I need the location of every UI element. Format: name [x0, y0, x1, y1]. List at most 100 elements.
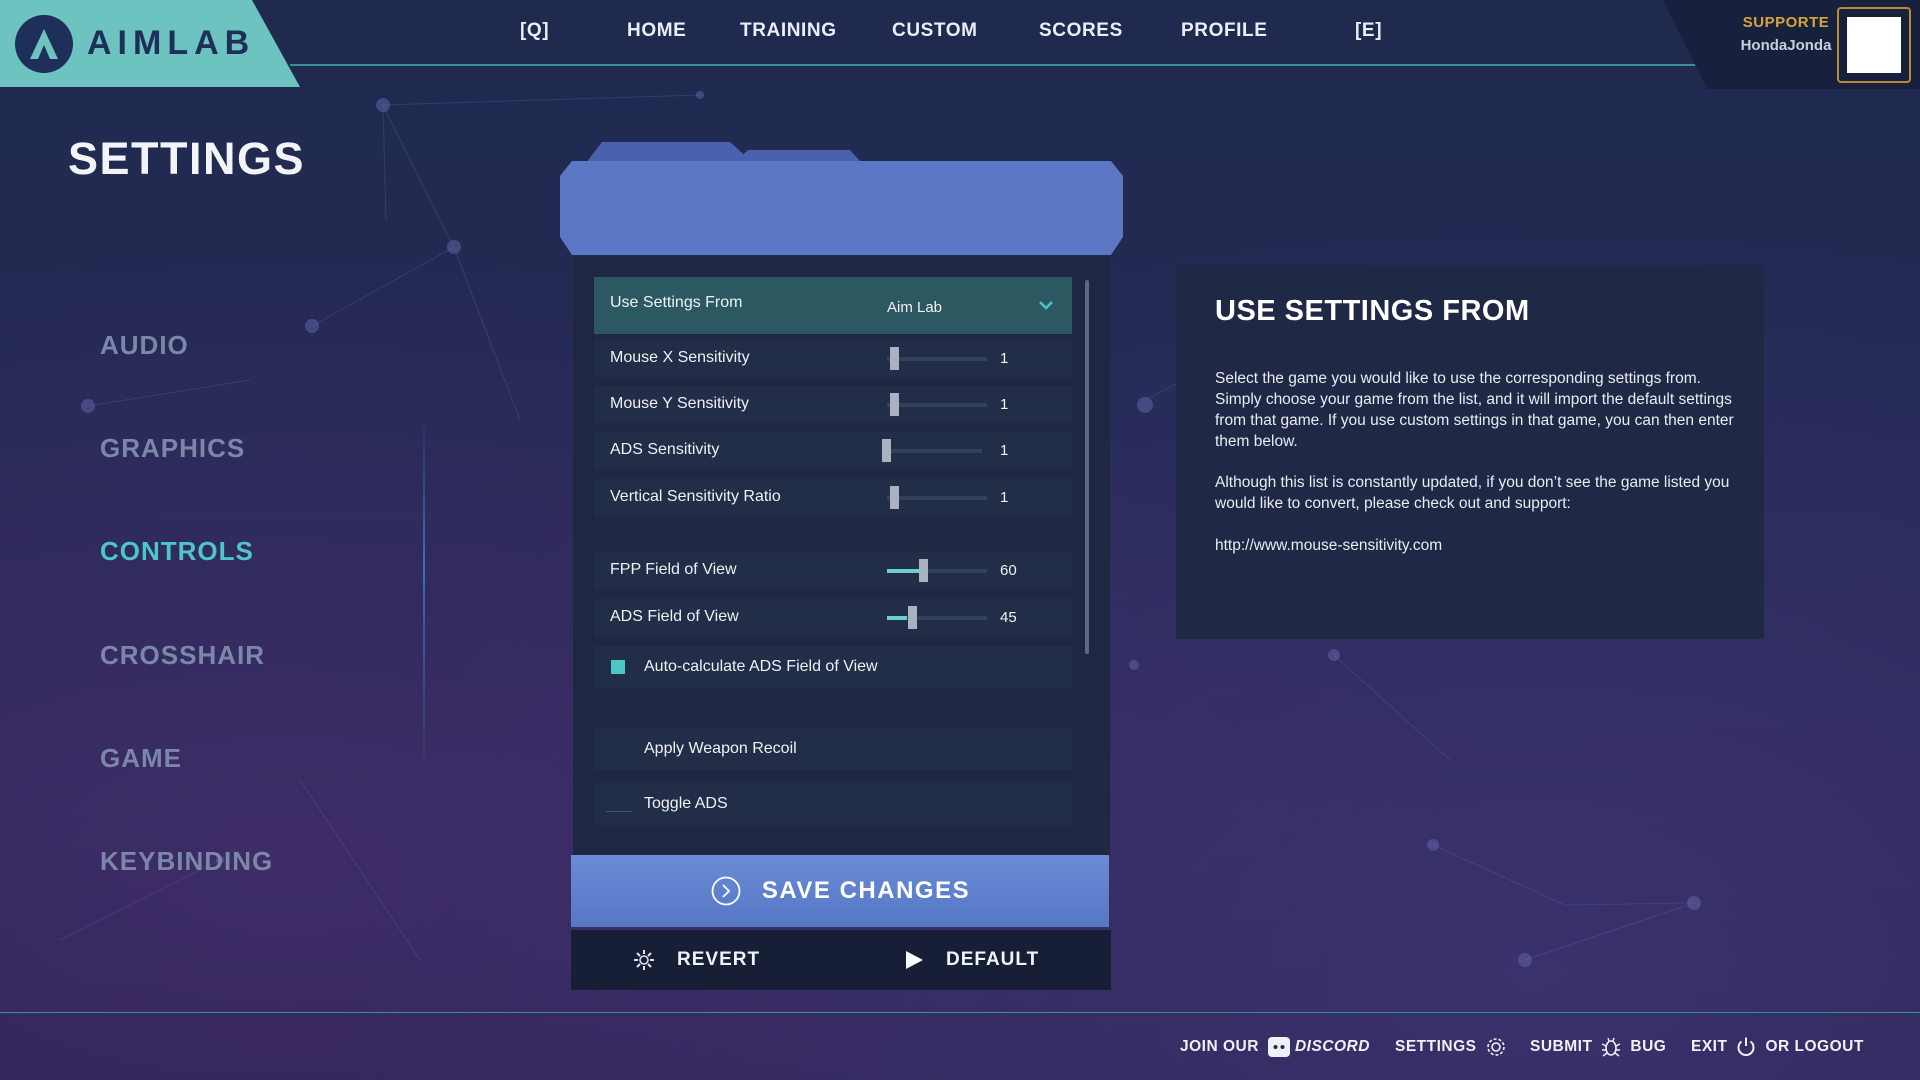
panel-header — [560, 142, 1123, 255]
supporter-badge: SUPPORTE — [1742, 14, 1830, 31]
logo-text: AIMLAB — [87, 24, 256, 62]
ads-sensitivity-row: ADS Sensitivity 1 — [594, 432, 1072, 469]
ads-sensitivity-track[interactable] — [882, 449, 982, 453]
fpp-field-of-view-fill — [887, 569, 921, 573]
footer-divider — [0, 1012, 1920, 1013]
ads-field-of-view-label: ADS Field of View — [610, 608, 739, 625]
nav-scores[interactable]: SCORES — [1039, 20, 1123, 42]
ads-sensitivity-value[interactable]: 1 — [1000, 442, 1008, 459]
mouse-y-sensitivity-row: Mouse Y Sensitivity 1 — [594, 386, 1072, 423]
mouse-y-sensitivity-slider[interactable] — [890, 393, 899, 416]
discord-icon — [1267, 1037, 1290, 1057]
toggle-ads-checkbox[interactable] — [606, 811, 632, 812]
use-settings-from-label: Use Settings From — [610, 294, 743, 311]
nav-profile[interactable]: PROFILE — [1181, 20, 1268, 42]
mouse-x-sensitivity-row: Mouse X Sensitivity 1 — [594, 340, 1072, 377]
category-audio[interactable]: AUDIO — [100, 330, 189, 361]
ads-field-of-view-slider[interactable] — [908, 606, 917, 629]
bug-icon — [1602, 1037, 1621, 1057]
ads-sensitivity-slider[interactable] — [882, 439, 891, 462]
auto-ads-fov-checkbox[interactable] — [611, 660, 625, 674]
logo[interactable]: AIMLAB — [0, 0, 300, 87]
gear-icon — [634, 950, 654, 970]
exit-label: EXIT — [1691, 1038, 1728, 1055]
save-changes-button[interactable]: SAVE CHANGES — [571, 855, 1109, 927]
info-box: USE SETTINGS FROM Select the game you wo… — [1176, 265, 1764, 639]
category-keybinding[interactable]: KEYBINDING — [100, 846, 273, 877]
info-link[interactable]: http://www.mouse-sensitivity.com — [1215, 535, 1735, 556]
user-panel[interactable]: SUPPORTE HondaJonda — [1663, 0, 1920, 89]
default-button[interactable]: DEFAULT — [904, 930, 1039, 990]
footer-settings-link[interactable]: SETTINGS — [1395, 1036, 1515, 1058]
mouse-x-sensitivity-track[interactable] — [887, 357, 987, 361]
controls-scrollbar[interactable] — [1085, 280, 1089, 654]
toggle-ads-row[interactable]: Toggle ADS — [594, 783, 1072, 825]
secondary-actions: REVERT DEFAULT — [571, 930, 1111, 990]
use-settings-from-select[interactable]: Use Settings From Aim Lab — [594, 277, 1072, 334]
mouse-x-sensitivity-value[interactable]: 1 — [1000, 350, 1008, 367]
avatar[interactable] — [1847, 17, 1901, 73]
submit-label: SUBMIT — [1530, 1038, 1593, 1055]
mouse-y-sensitivity-label: Mouse Y Sensitivity — [610, 395, 750, 412]
discord-link[interactable]: JOIN OUR DISCORD — [1180, 1036, 1370, 1058]
use-settings-from-value: Aim Lab — [887, 299, 943, 316]
revert-label: REVERT — [677, 949, 761, 970]
info-title: USE SETTINGS FROM — [1215, 295, 1530, 327]
ads-sensitivity-label: ADS Sensitivity — [610, 441, 720, 458]
username: HondaJonda — [1740, 37, 1832, 54]
mouse-x-sensitivity-label: Mouse X Sensitivity — [610, 349, 750, 366]
revert-button[interactable]: REVERT — [633, 930, 760, 990]
exit-logout-link[interactable]: EXIT OR LOGOUT — [1691, 1036, 1864, 1058]
discord-label: DISCORD — [1294, 1038, 1370, 1055]
info-paragraph-2: Although this list is constantly updated… — [1215, 474, 1730, 512]
vertical-sensitivity-ratio-slider[interactable] — [890, 486, 899, 509]
auto-ads-fov-row[interactable]: Auto-calculate ADS Field of View — [594, 646, 1072, 688]
nav-divider — [290, 64, 1710, 66]
nav-home[interactable]: HOME — [627, 20, 686, 42]
submit-bug-link[interactable]: SUBMIT BUG — [1530, 1036, 1666, 1058]
chevron-down-icon — [1039, 301, 1053, 310]
vertical-sensitivity-ratio-row: Vertical Sensitivity Ratio 1 — [594, 479, 1072, 516]
play-icon — [906, 951, 923, 969]
category-controls[interactable]: CONTROLS — [100, 536, 254, 567]
category-graphics[interactable]: GRAPHICS — [100, 433, 245, 464]
vertical-sensitivity-ratio-track[interactable] — [887, 496, 987, 500]
nav-next-key[interactable]: [E] — [1355, 20, 1382, 42]
nav-custom[interactable]: CUSTOM — [892, 20, 978, 42]
category-game[interactable]: GAME — [100, 743, 182, 774]
info-paragraph-1: Select the game you would like to use th… — [1215, 370, 1734, 450]
page-title: SETTINGS — [68, 133, 306, 184]
fpp-field-of-view-label: FPP Field of View — [610, 561, 737, 578]
auto-ads-fov-label: Auto-calculate ADS Field of View — [644, 658, 878, 675]
footer-settings-label: SETTINGS — [1395, 1038, 1477, 1055]
chevron-circle-icon — [711, 876, 741, 906]
ads-field-of-view-value[interactable]: 45 — [1000, 609, 1017, 626]
weapon-recoil-label: Apply Weapon Recoil — [644, 740, 797, 757]
avatar-frame — [1837, 7, 1911, 83]
nav-prev-key[interactable]: [Q] — [520, 20, 549, 42]
category-crosshair[interactable]: CROSSHAIR — [100, 640, 265, 671]
mouse-y-sensitivity-track[interactable] — [887, 403, 987, 407]
default-label: DEFAULT — [946, 949, 1040, 970]
mouse-x-sensitivity-slider[interactable] — [890, 347, 899, 370]
gear-icon — [1486, 1038, 1505, 1056]
fpp-field-of-view-slider[interactable] — [919, 559, 928, 582]
ads-field-of-view-fill — [887, 616, 907, 620]
sidebar-divider — [423, 415, 425, 785]
ads-field-of-view-row: ADS Field of View 45 — [594, 599, 1072, 636]
power-icon — [1737, 1037, 1755, 1056]
logo-icon — [15, 14, 73, 73]
join-label: JOIN OUR — [1180, 1038, 1259, 1055]
weapon-recoil-checkbox[interactable] — [606, 742, 620, 756]
fpp-field-of-view-row: FPP Field of View 60 — [594, 552, 1072, 589]
vertical-sensitivity-ratio-value[interactable]: 1 — [1000, 489, 1008, 506]
save-changes-label: SAVE CHANGES — [761, 877, 971, 904]
toggle-ads-label: Toggle ADS — [644, 795, 728, 812]
mouse-y-sensitivity-value[interactable]: 1 — [1000, 396, 1008, 413]
bug-label: BUG — [1630, 1038, 1667, 1055]
fpp-field-of-view-value[interactable]: 60 — [1000, 562, 1017, 579]
logout-label: OR LOGOUT — [1765, 1038, 1864, 1055]
vertical-sensitivity-ratio-label: Vertical Sensitivity Ratio — [610, 488, 781, 505]
nav-training[interactable]: TRAINING — [740, 20, 837, 42]
weapon-recoil-row[interactable]: Apply Weapon Recoil — [594, 728, 1072, 770]
